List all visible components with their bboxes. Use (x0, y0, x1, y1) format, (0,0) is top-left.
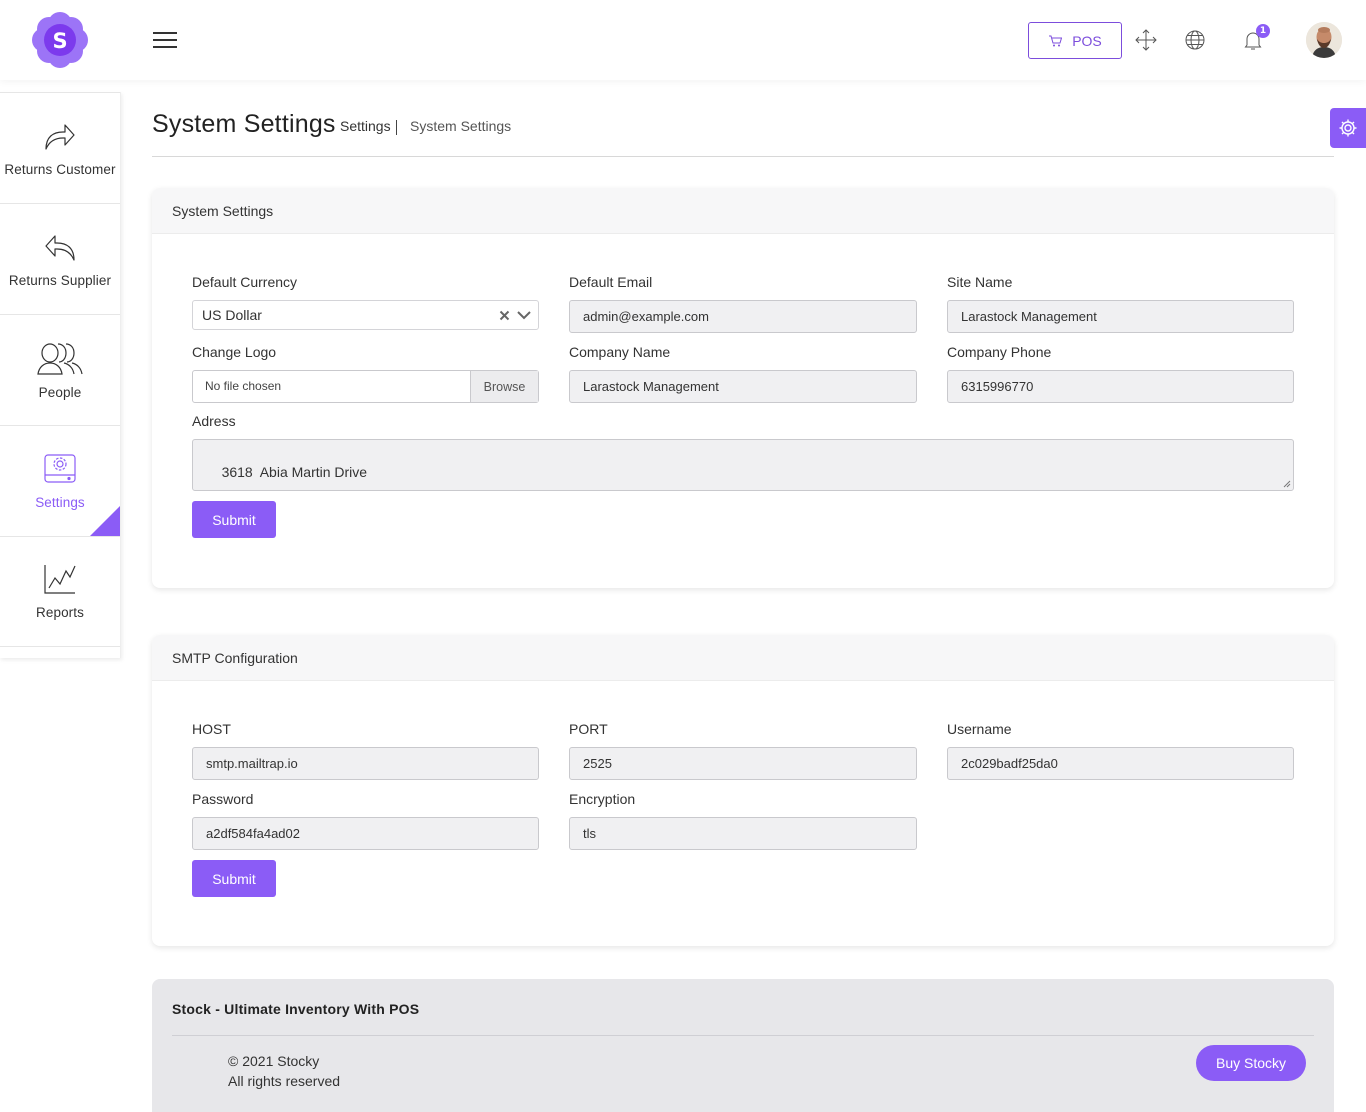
page-title: System Settings (152, 110, 336, 138)
menu-toggle-icon[interactable] (153, 32, 177, 49)
port-field[interactable]: 2525 (569, 747, 917, 780)
smtp-configuration-card: SMTP Configuration HOST smtp.mailtrap.io… (152, 635, 1334, 946)
pos-label: POS (1072, 32, 1102, 49)
people-icon (37, 342, 83, 375)
sidebar-item-returns-customer[interactable]: Returns Customer (0, 92, 120, 203)
footer-title: Stock - Ultimate Inventory With POS (172, 1001, 420, 1017)
cart-icon (1049, 35, 1063, 46)
sidebar-item-label: Returns Supplier (8, 272, 112, 288)
host-label: HOST (192, 721, 231, 737)
logo-letter: S (52, 29, 67, 53)
logo-file-input[interactable]: No file chosen Browse (192, 370, 539, 403)
footer-divider (172, 1035, 1314, 1036)
share-arrow-icon (45, 123, 75, 150)
card-header: System Settings (152, 188, 1334, 234)
currency-value: US Dollar (202, 307, 262, 323)
address-label: Adress (192, 413, 236, 429)
site-name-field[interactable]: Larastock Management (947, 300, 1294, 333)
gear-icon (1339, 119, 1357, 137)
pos-button[interactable]: POS (1028, 22, 1122, 59)
default-currency-label: Default Currency (192, 274, 298, 290)
encryption-label: Encryption (569, 791, 636, 807)
default-email-label: Default Email (569, 274, 653, 290)
company-phone-field[interactable]: 6315996770 (947, 370, 1294, 403)
sidebar-item-label: Settings (35, 494, 85, 510)
resize-handle-icon[interactable] (1283, 480, 1291, 488)
browse-button[interactable]: Browse (470, 371, 538, 402)
password-field[interactable]: a2df584fa4ad02 (192, 817, 539, 850)
user-avatar-icon (1306, 22, 1342, 58)
breadcrumb-current: System Settings (410, 118, 512, 134)
company-name-field[interactable]: Larastock Management (569, 370, 917, 403)
system-settings-card: System Settings Default Currency US Doll… (152, 188, 1334, 588)
card-header: SMTP Configuration (152, 635, 1334, 681)
sidebar-item-label: People (38, 384, 82, 400)
system-settings-submit-button[interactable]: Submit (192, 501, 276, 538)
port-label: PORT (569, 721, 608, 737)
footer-rights: All rights reserved (228, 1073, 341, 1089)
sidebar-item-settings[interactable]: Settings (0, 425, 120, 536)
address-value: 3618 Abia Martin Drive (221, 464, 368, 480)
settings-icon (44, 453, 76, 483)
sidebar-item-label: Reports (36, 605, 84, 620)
buy-stocky-button[interactable]: Buy Stocky (1196, 1045, 1306, 1081)
breadcrumb-parent[interactable]: Settings (340, 118, 391, 134)
notification-badge: 1 (1256, 24, 1270, 38)
change-logo-label: Change Logo (192, 344, 277, 360)
username-field[interactable]: 2c029badf25da0 (947, 747, 1294, 780)
sidebar-item-people[interactable]: People (0, 314, 120, 425)
title-divider (152, 156, 1334, 157)
encryption-field[interactable]: tls (569, 817, 917, 850)
file-name: No file chosen (205, 379, 282, 393)
sidebar: Returns Customer Returns Supplier People (0, 92, 121, 658)
site-name-label: Site Name (947, 274, 1013, 290)
footer-copyright: © 2021 Stocky (228, 1053, 320, 1069)
breadcrumb-separator (396, 120, 397, 135)
chart-icon (44, 565, 76, 594)
active-indicator (90, 506, 120, 536)
sidebar-item-label: Returns Customer (4, 161, 116, 177)
clear-icon[interactable] (499, 310, 510, 321)
avatar[interactable] (1306, 22, 1342, 58)
host-field[interactable]: smtp.mailtrap.io (192, 747, 539, 780)
currency-select[interactable]: US Dollar (192, 300, 539, 330)
sidebar-item-reports[interactable]: Reports (0, 536, 120, 647)
customizer-button[interactable] (1330, 108, 1366, 148)
fullscreen-icon[interactable] (1134, 28, 1158, 52)
smtp-submit-button[interactable]: Submit (192, 860, 276, 897)
globe-icon[interactable] (1183, 28, 1207, 52)
company-phone-label: Company Phone (947, 344, 1052, 360)
address-field[interactable]: 3618 Abia Martin Drive (192, 439, 1294, 491)
logo[interactable]: S (31, 11, 89, 69)
sidebar-item-returns-supplier[interactable]: Returns Supplier (0, 203, 120, 314)
default-email-field[interactable]: admin@example.com (569, 300, 917, 333)
reply-arrow-icon (45, 234, 75, 261)
logo-icon: S (32, 12, 88, 68)
footer: Stock - Ultimate Inventory With POS © 20… (152, 979, 1334, 1112)
company-name-label: Company Name (569, 344, 671, 360)
top-bar: S POS 1 (0, 0, 1366, 80)
username-label: Username (947, 721, 1012, 737)
password-label: Password (192, 791, 254, 807)
chevron-down-icon[interactable] (517, 310, 531, 320)
